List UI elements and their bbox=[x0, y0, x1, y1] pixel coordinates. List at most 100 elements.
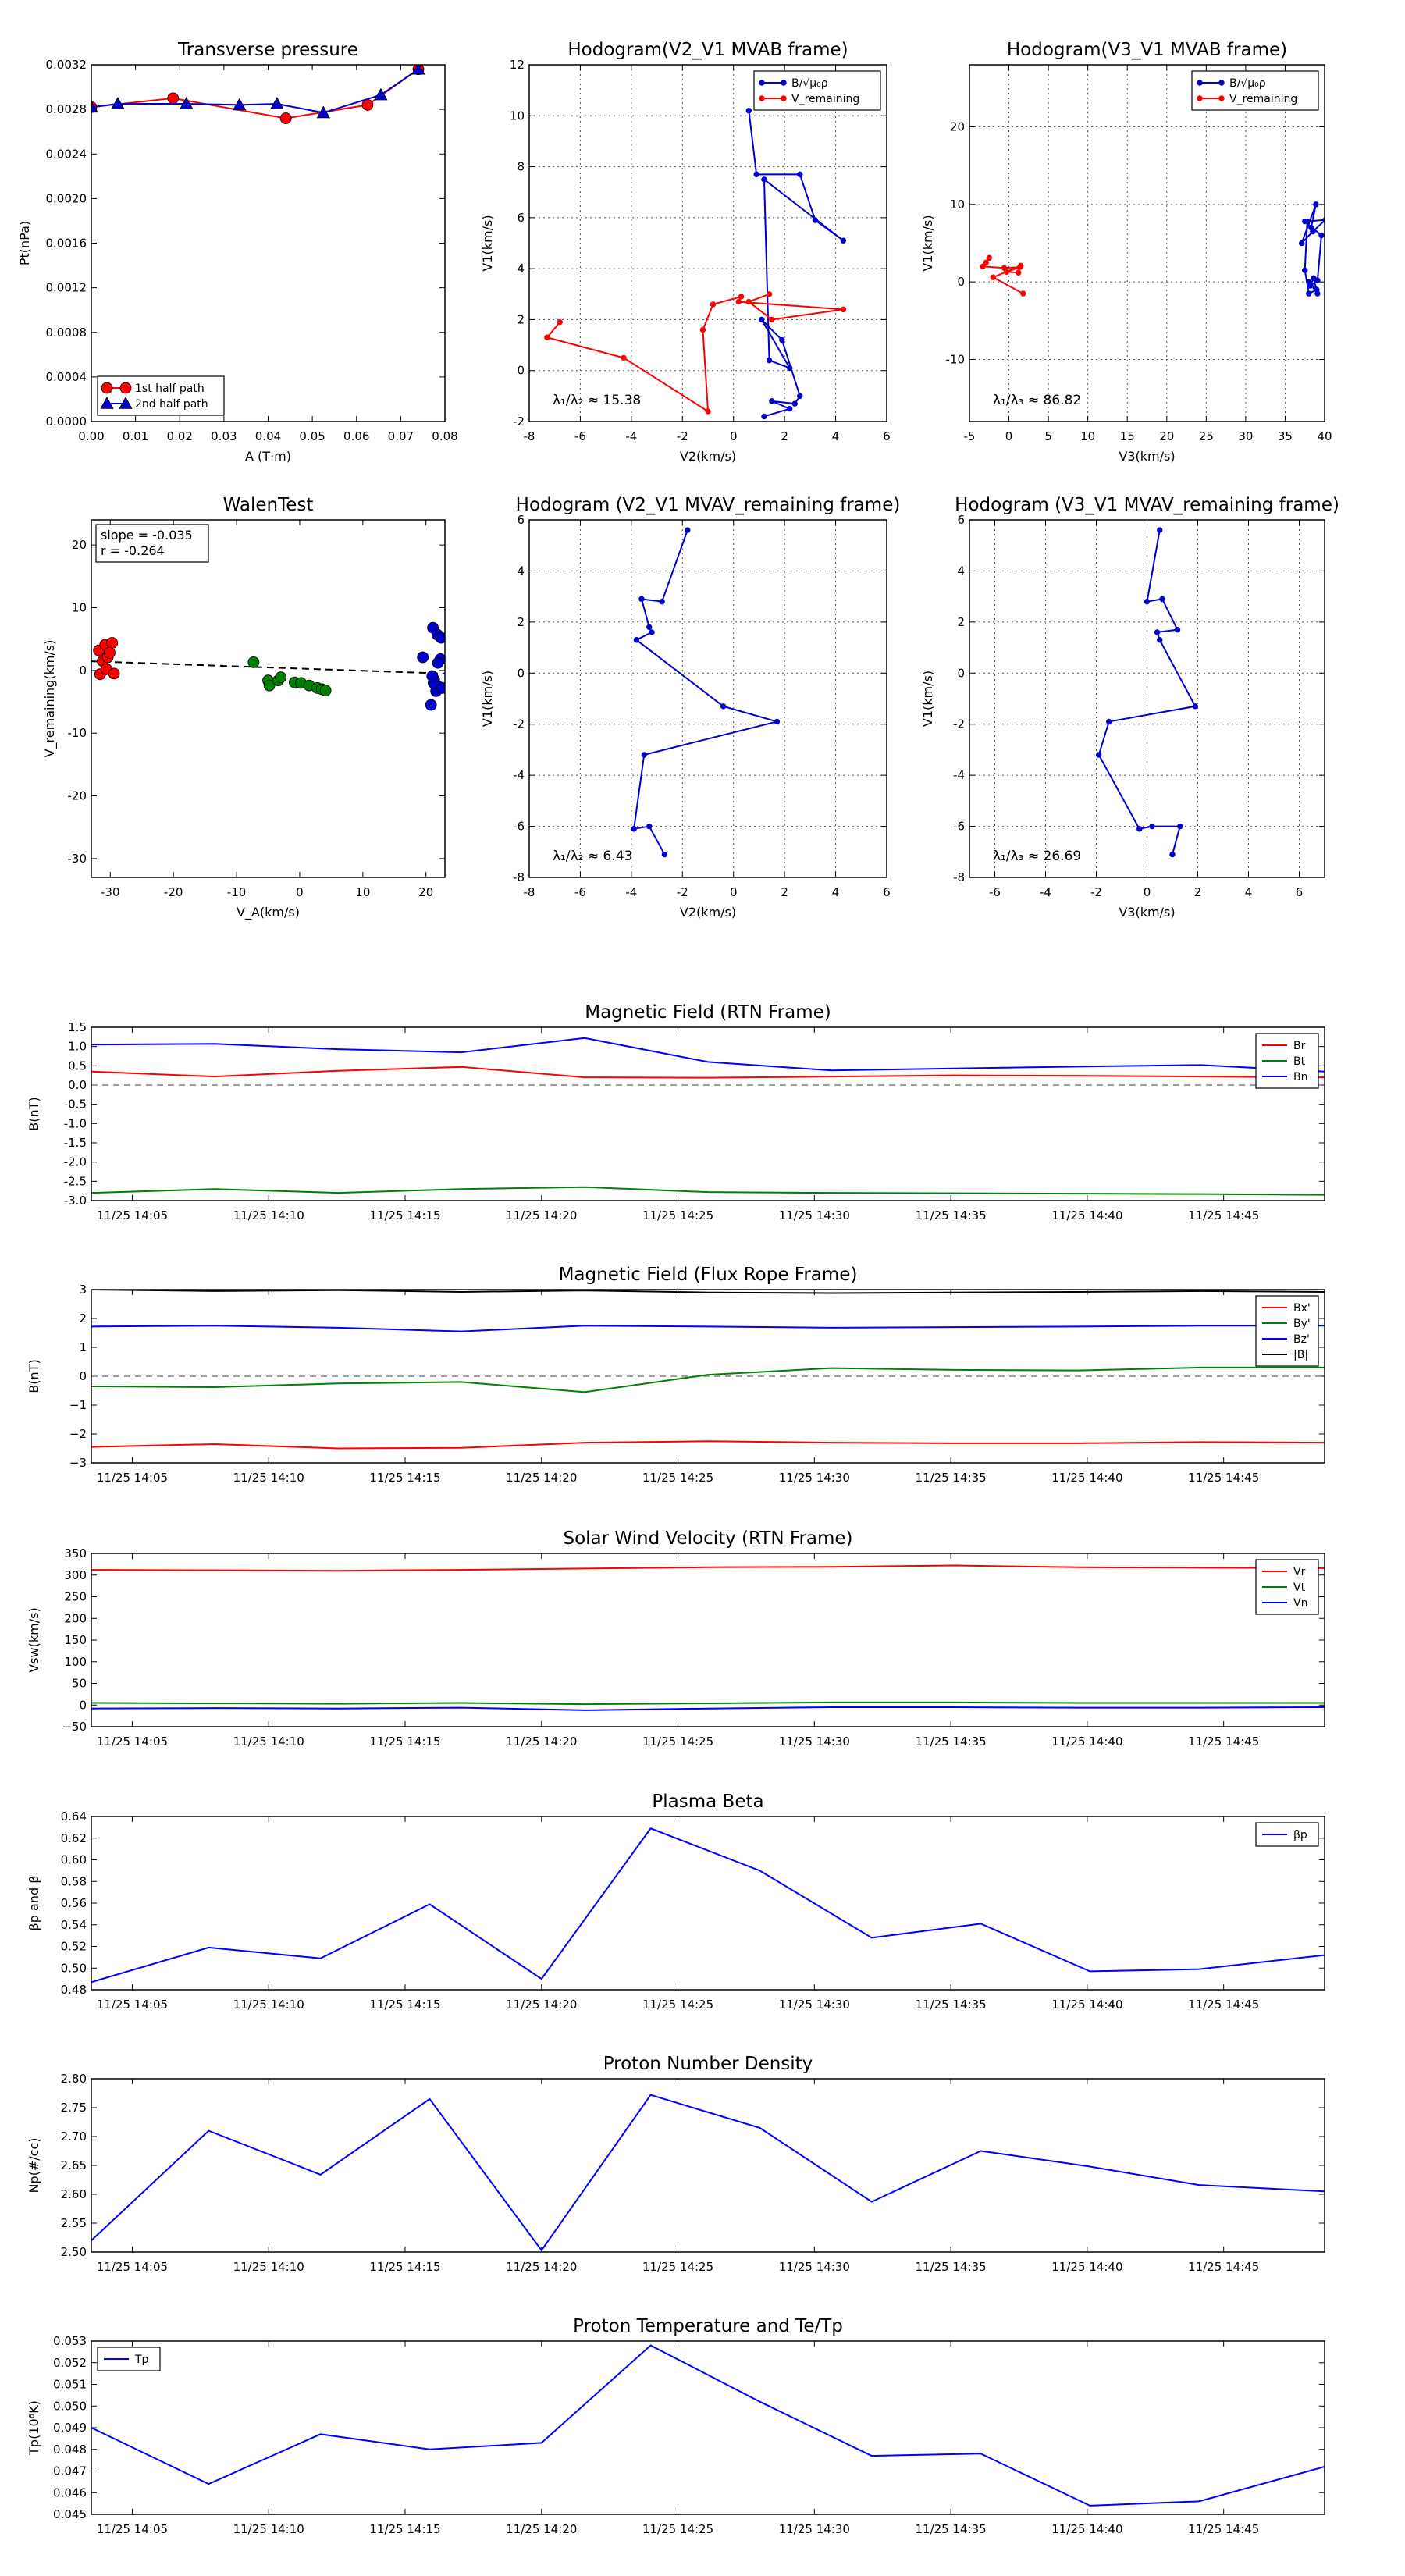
data-point bbox=[699, 326, 706, 333]
y-tick-label: 0.54 bbox=[61, 1918, 87, 1932]
data-point bbox=[1157, 527, 1163, 533]
data-point bbox=[659, 598, 665, 605]
y-tick-label: −2 bbox=[69, 1427, 87, 1441]
y-tick-label: 1 bbox=[79, 1340, 87, 1354]
x-tick-label: 4 bbox=[1245, 885, 1253, 899]
x-tick-label: 6 bbox=[883, 885, 891, 899]
data-point bbox=[735, 298, 742, 305]
legend-label: 2nd half path bbox=[135, 398, 208, 411]
x-tick-label: 20 bbox=[1159, 429, 1174, 443]
plot-frame bbox=[91, 519, 446, 878]
y-tick-label: 2.55 bbox=[61, 2216, 87, 2230]
data-layer bbox=[91, 65, 425, 124]
y-tick-label: 0.0 bbox=[68, 1078, 87, 1092]
x-tick-label: -30 bbox=[101, 885, 120, 899]
data-point bbox=[646, 823, 653, 830]
data-point bbox=[319, 685, 332, 696]
plot-frame bbox=[91, 64, 446, 422]
data-point bbox=[631, 826, 637, 832]
panel-h31: Hodogram(V3_V1 MVAB frame) -5 0 5 10 15 20 25 30… bbox=[920, 40, 1332, 464]
y-tick-label: 0.045 bbox=[53, 2507, 87, 2521]
data-point bbox=[279, 112, 292, 124]
data-point bbox=[786, 405, 793, 412]
y-tick-label: 2.65 bbox=[61, 2158, 87, 2172]
data-point bbox=[649, 629, 655, 635]
plot-frame bbox=[528, 64, 887, 422]
ratio-annotation: λ₁/λ₂ ≈ 6.43 bbox=[553, 849, 632, 864]
x-tick-label: -8 bbox=[524, 429, 535, 443]
y-tick-label: 200 bbox=[64, 1611, 87, 1625]
y-tick-label: 0.52 bbox=[61, 1940, 87, 1954]
legend: B/√μ₀ρ V_remaining bbox=[1191, 70, 1319, 111]
plot-frame bbox=[969, 64, 1325, 422]
y-tick-label: 0.046 bbox=[53, 2485, 87, 2500]
legend: B/√μ₀ρ V_remaining bbox=[753, 70, 881, 111]
x-tick-label: 11/25 14:05 bbox=[97, 1208, 168, 1222]
y-axis-label: Pt(nPa) bbox=[17, 221, 32, 265]
y-tick-label: -1.0 bbox=[64, 1116, 87, 1130]
data-layer bbox=[544, 108, 847, 420]
y-tick-label: -2.5 bbox=[64, 1174, 87, 1188]
data-point bbox=[720, 703, 727, 710]
y-tick-label: 2.80 bbox=[61, 2072, 87, 2086]
x-tick-label: 0.00 bbox=[78, 429, 104, 443]
x-tick-label: 2 bbox=[1194, 885, 1202, 899]
y-tick-label: 0 bbox=[517, 364, 525, 378]
legend-marker bbox=[1218, 95, 1225, 101]
y-tick-label: 20 bbox=[950, 119, 965, 133]
data-point bbox=[1020, 290, 1026, 297]
legend-label: Bz' bbox=[1293, 1333, 1310, 1346]
x-tick-label: 11/25 14:25 bbox=[642, 1208, 713, 1222]
timeseries-brtn: Magnetic Field (RTN Frame) 11/25 14:05 11/… bbox=[27, 1002, 1325, 1222]
data-point bbox=[990, 274, 997, 280]
legend-label: Bt bbox=[1293, 1055, 1306, 1068]
x-tick-label: 4 bbox=[832, 429, 840, 443]
x-tick-label: 11/25 14:10 bbox=[233, 1471, 304, 1485]
data-point bbox=[774, 718, 781, 725]
series-line bbox=[91, 1564, 1325, 1572]
panel-m31: Hodogram (V3_V1 MVAV_remaining frame) -6 -… bbox=[920, 495, 1339, 920]
data-point bbox=[840, 306, 847, 313]
x-tick-label: 11/25 14:10 bbox=[233, 2522, 304, 2536]
data-point bbox=[436, 681, 445, 694]
data-point bbox=[1154, 629, 1161, 635]
data-point bbox=[1298, 240, 1305, 247]
x-tick-label: 11/25 14:20 bbox=[506, 1735, 577, 1749]
x-tick-label: 11/25 14:15 bbox=[369, 2260, 440, 2274]
x-tick-label: 11/25 14:35 bbox=[915, 1735, 986, 1749]
data-point bbox=[1192, 703, 1198, 710]
x-tick-label: 11/25 14:45 bbox=[1188, 2260, 1259, 2274]
data-layer bbox=[91, 2094, 1325, 2252]
x-tick-label: 0 bbox=[296, 885, 304, 899]
x-tick-label: -4 bbox=[625, 885, 637, 899]
x-tick-label: -4 bbox=[1040, 885, 1051, 899]
data-point bbox=[361, 99, 374, 111]
x-tick-label: 11/25 14:25 bbox=[642, 2260, 713, 2274]
y-tick-label: -2 bbox=[953, 717, 965, 731]
y-tick-label: 0 bbox=[517, 666, 525, 680]
x-tick-label: 35 bbox=[1278, 429, 1293, 443]
x-tick-label: 11/25 14:15 bbox=[369, 1998, 440, 2012]
y-tick-label: 0.052 bbox=[53, 2356, 87, 2370]
y-tick-label: 300 bbox=[64, 1568, 87, 1582]
data-point bbox=[738, 294, 745, 300]
y-tick-label: 2 bbox=[79, 1311, 87, 1325]
data-point bbox=[425, 699, 437, 711]
legend-label: Bx' bbox=[1293, 1302, 1311, 1315]
y-tick-label: 0.60 bbox=[61, 1853, 87, 1867]
y-axis-label: Vsw(km/s) bbox=[27, 1607, 41, 1672]
y-tick-label: 0.0028 bbox=[46, 102, 87, 116]
plot-frame bbox=[91, 1553, 1325, 1727]
x-tick-label: 11/25 14:35 bbox=[915, 1998, 986, 2012]
data-point bbox=[1322, 217, 1325, 223]
y-tick-label: 10 bbox=[510, 109, 525, 123]
y-tick-label: 0.048 bbox=[53, 2443, 87, 2457]
legend: Vr Vt Vn bbox=[1255, 1559, 1319, 1615]
data-layer bbox=[980, 201, 1325, 297]
x-tick-label: 11/25 14:40 bbox=[1051, 2522, 1122, 2536]
x-tick-label: 11/25 14:40 bbox=[1051, 1471, 1122, 1485]
y-tick-label: 20 bbox=[72, 538, 87, 552]
x-tick-label: 11/25 14:10 bbox=[233, 1208, 304, 1222]
timeseries-np: Proton Number Density 11/25 14:05 11/25 14… bbox=[27, 2054, 1325, 2274]
panel-pt: Transverse pressure 0.00 0.01 0.02 0.03 0.04 0… bbox=[17, 40, 458, 464]
